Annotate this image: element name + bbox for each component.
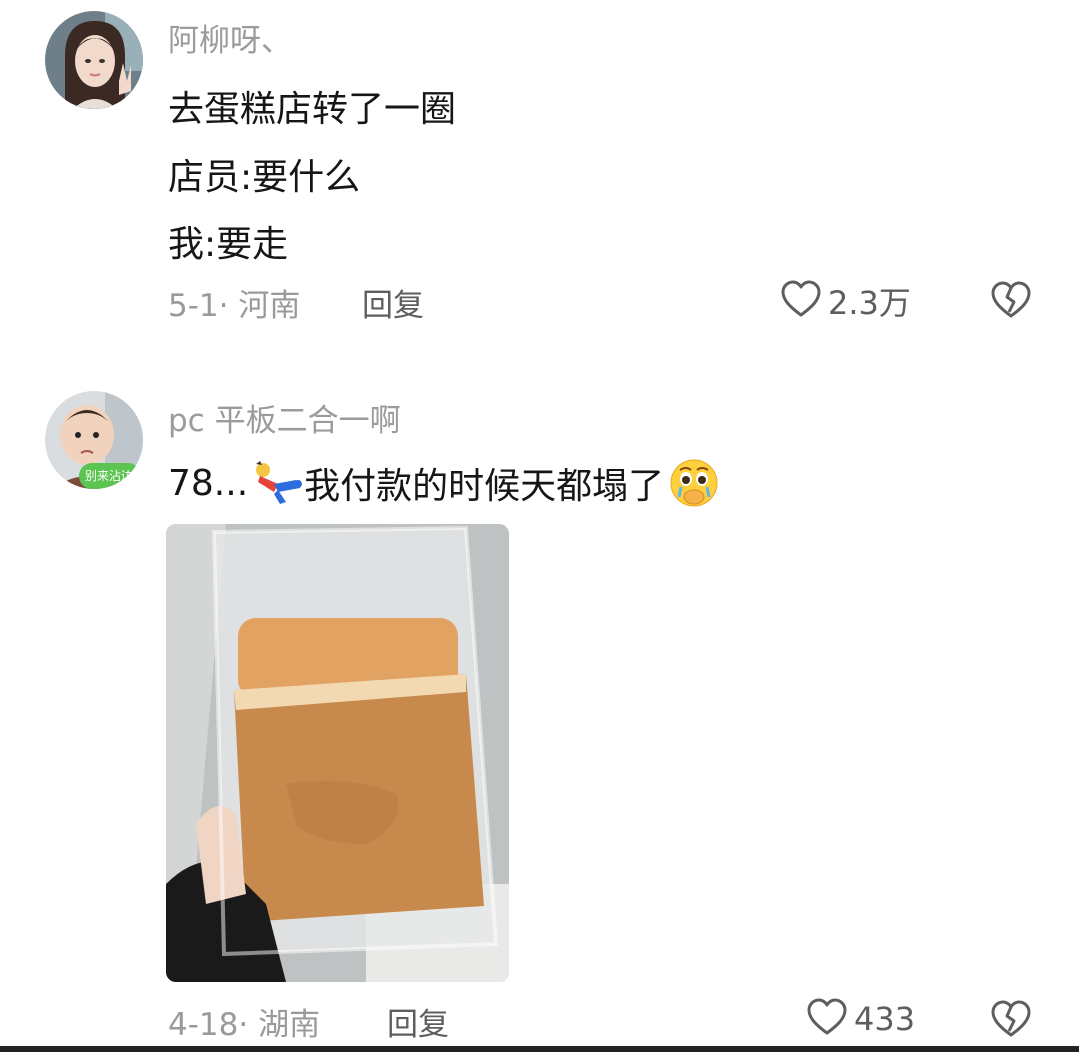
falling-person-emoji <box>248 460 304 506</box>
comment-item: 别来沾边 pc 平板二合一啊 78... 我付款的时候天都塌了 4-18· 湖南… <box>0 380 1079 1052</box>
comment-text: 78... 我付款的时候天都塌了 <box>168 457 720 509</box>
like-count: 2.3万 <box>828 284 911 322</box>
bottom-divider <box>0 1046 1079 1052</box>
broken-heart-icon <box>990 281 1032 324</box>
heart-outline-icon <box>780 279 822 323</box>
comment-date-location: 5-1· 河南 <box>168 288 301 324</box>
comment-text-main: 我付款的时候天都塌了 <box>304 466 665 507</box>
comment-item: 阿柳呀、 去蛋糕店转了一圈 店员:要什么 我:要走 5-1· 河南 回复 2.3… <box>0 0 1079 350</box>
comment-text-line: 去蛋糕店转了一圈 <box>168 89 457 130</box>
broken-heart-icon <box>990 1000 1032 1043</box>
avatar[interactable]: 别来沾边 <box>45 391 143 489</box>
comment-text-line: 我:要走 <box>168 224 289 265</box>
like-button[interactable]: 433 <box>806 997 915 1041</box>
comment-text-prefix: 78... <box>168 462 249 504</box>
avatar[interactable] <box>45 11 143 109</box>
comment-date-location: 4-18· 湖南 <box>168 1007 321 1043</box>
reply-button[interactable]: 回复 <box>387 999 449 1044</box>
username[interactable]: 阿柳呀、 <box>168 15 292 60</box>
comment-text-line: 店员:要什么 <box>168 157 361 198</box>
dislike-button[interactable] <box>990 999 1032 1043</box>
like-button[interactable]: 2.3万 <box>780 278 911 324</box>
pleading-crying-emoji <box>668 457 720 509</box>
reply-button[interactable]: 回复 <box>362 280 424 325</box>
username[interactable]: pc 平板二合一啊 <box>168 395 401 440</box>
avatar-caption: 别来沾边 <box>85 469 134 483</box>
dislike-button[interactable] <box>990 280 1032 324</box>
like-count: 433 <box>854 1000 916 1038</box>
comment-image[interactable] <box>166 524 509 982</box>
heart-outline-icon <box>806 997 848 1041</box>
